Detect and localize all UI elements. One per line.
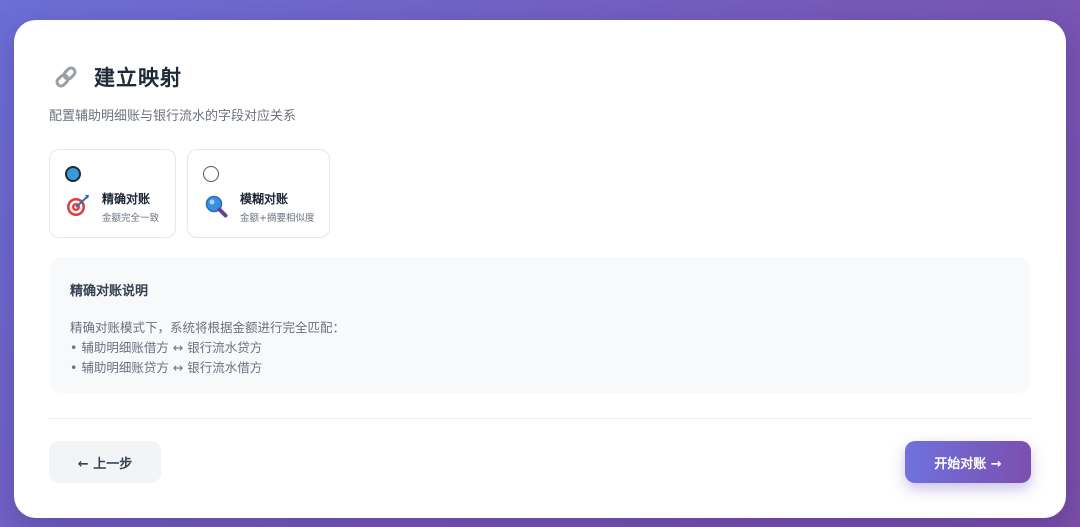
radio-exact[interactable] <box>65 166 81 182</box>
info-line: 精确对账模式下，系统将根据金额进行完全匹配： <box>70 320 346 335</box>
start-reconcile-button[interactable]: 开始对账 → <box>905 441 1031 483</box>
mapping-card: 建立映射 配置辅助明细账与银行流水的字段对应关系 精确对账 金额完全一致 模糊对… <box>14 20 1066 518</box>
info-panel: 精确对账说明 精确对账模式下，系统将根据金额进行完全匹配： • 辅助明细账借方 … <box>50 257 1030 393</box>
page-subtitle: 配置辅助明细账与银行流水的字段对应关系 <box>49 109 297 124</box>
prev-step-button[interactable]: ← 上一步 <box>49 441 161 483</box>
page-title: 建立映射 <box>94 66 182 90</box>
mode-exact-desc: 金额完全一致 <box>102 213 160 224</box>
link-icon <box>52 63 80 91</box>
radio-fuzzy[interactable] <box>203 166 219 182</box>
mode-fuzzy-desc: 金额+摘要相似度 <box>240 213 315 224</box>
mode-fuzzy-name: 模糊对账 <box>240 192 289 206</box>
magnifier-icon <box>204 194 228 218</box>
divider <box>48 418 1032 419</box>
target-icon <box>66 194 90 218</box>
page-header: 建立映射 <box>52 62 182 92</box>
mode-option-exact[interactable]: 精确对账 金额完全一致 <box>49 149 176 238</box>
mode-option-fuzzy[interactable]: 模糊对账 金额+摘要相似度 <box>187 149 330 238</box>
mode-exact-name: 精确对账 <box>102 192 151 206</box>
info-line: • 辅助明细账借方 ↔ 银行流水贷方 <box>70 340 263 355</box>
info-title: 精确对账说明 <box>70 284 149 299</box>
info-line: • 辅助明细账贷方 ↔ 银行流水借方 <box>70 360 263 375</box>
